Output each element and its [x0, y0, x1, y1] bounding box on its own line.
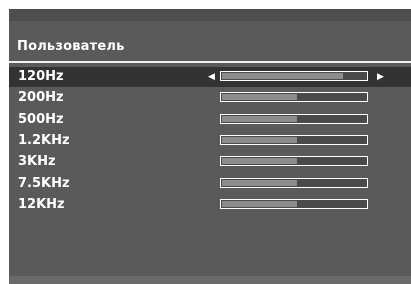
slider-fill: [222, 137, 297, 143]
band-row-12khz[interactable]: 12KHz: [9, 195, 411, 215]
slider-fill: [222, 94, 297, 100]
band-label: 200Hz: [18, 90, 64, 105]
right-arrow-icon[interactable]: ▶: [377, 71, 384, 83]
top-bar: [9, 9, 411, 21]
band-row-200hz[interactable]: 200Hz: [9, 88, 411, 108]
band-slider[interactable]: [220, 156, 368, 166]
band-slider[interactable]: [220, 71, 368, 81]
band-slider[interactable]: [220, 92, 368, 102]
left-arrow-icon[interactable]: ◀: [208, 71, 215, 83]
band-row-120hz[interactable]: 120Hz ◀ ▶: [9, 67, 411, 87]
band-label: 500Hz: [18, 112, 64, 127]
slider-fill: [222, 73, 343, 79]
slider-fill: [222, 180, 297, 186]
bottom-bar: [9, 276, 411, 284]
band-label: 12KHz: [18, 197, 65, 212]
band-row-3khz[interactable]: 3KHz: [9, 152, 411, 172]
band-slider[interactable]: [220, 178, 368, 188]
band-slider[interactable]: [220, 114, 368, 124]
band-slider[interactable]: [220, 135, 368, 145]
band-label: 3KHz: [18, 154, 56, 169]
band-label: 7.5KHz: [18, 176, 70, 191]
band-slider[interactable]: [220, 199, 368, 209]
page-title: Пользователь: [17, 39, 125, 54]
title-divider: [9, 61, 411, 63]
band-row-7-5khz[interactable]: 7.5KHz: [9, 174, 411, 194]
band-label: 120Hz: [18, 69, 64, 84]
slider-fill: [222, 158, 297, 164]
equalizer-panel: Пользователь 120Hz ◀ ▶ 200Hz 500Hz 1.2KH…: [9, 9, 411, 284]
band-row-1-2khz[interactable]: 1.2KHz: [9, 131, 411, 151]
band-row-500hz[interactable]: 500Hz: [9, 110, 411, 130]
slider-fill: [222, 201, 297, 207]
slider-fill: [222, 116, 297, 122]
band-label: 1.2KHz: [18, 133, 70, 148]
